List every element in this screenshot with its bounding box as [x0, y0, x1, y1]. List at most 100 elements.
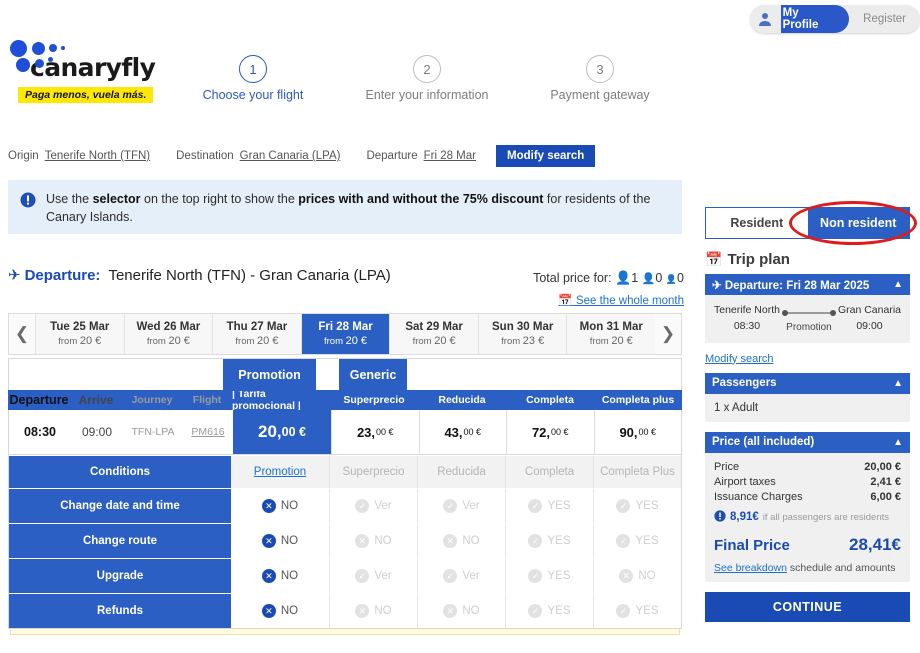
price-panel-body: Price 20,00 € Airport taxes 2,41 € Issua… [705, 453, 910, 582]
departure-panel-header[interactable]: ✈ Departure: Fri 28 Mar 2025 ▲ [705, 274, 910, 295]
banner-bold-selector: selector [93, 192, 141, 206]
price-label: Issuance Charges [714, 491, 803, 503]
continue-button[interactable]: CONTINUE [705, 592, 910, 622]
cross-icon: ✕ [355, 534, 369, 548]
date-price: from 20 € [58, 335, 101, 347]
chevron-up-icon[interactable]: ▲ [893, 378, 903, 389]
header-completa-plus: Completa plus [594, 390, 682, 410]
date-cell-fri-28[interactable]: Fri 28 Mar from 20 € [301, 314, 390, 354]
price-row-issuance: Issuance Charges 6,00 € [714, 491, 901, 503]
final-price-label: Final Price [714, 537, 790, 554]
conditions-table: Conditions Promotion Superprecio Reducid… [8, 455, 682, 629]
chevron-left-icon[interactable]: ❮ [9, 314, 35, 354]
price-label: Airport taxes [714, 476, 776, 488]
user-icon [750, 5, 781, 33]
departure-header: ✈ Departure: Tenerife North (TFN) - Gran… [8, 266, 391, 284]
date-price: from 23 € [501, 335, 544, 347]
cell-completa: ✓YES [505, 594, 593, 628]
conditions-col-promotion[interactable]: Promotion [231, 456, 329, 488]
final-price-row: Final Price 28,41€ [714, 535, 901, 555]
passengers-panel: Passengers ▲ 1 x Adult [705, 373, 910, 422]
step-enter-information[interactable]: 2 Enter your information [337, 55, 517, 102]
fare-price-promotion[interactable]: 20,00 € [233, 410, 331, 454]
step-2-number: 2 [413, 55, 441, 83]
non-resident-option[interactable]: Non resident [808, 208, 910, 238]
check-icon: ✓ [616, 534, 630, 548]
step-1-number: 1 [239, 55, 267, 83]
fare-price-reducida[interactable]: 43,00 € [419, 410, 507, 454]
conditions-row-refunds: Refunds ✕NO ✕NO ✕NO ✓YES ✓YES [9, 593, 681, 628]
resident-discount-note: 8,91€ if all passengers are residents [714, 510, 901, 525]
date-cell-sat-29[interactable]: Sat 29 Mar from 20 € [389, 314, 478, 354]
date-cell-sun-30[interactable]: Sun 30 Mar from 23 € [478, 314, 567, 354]
check-icon: ✓ [528, 604, 542, 618]
cell-completa: ✓YES [505, 489, 593, 523]
dest-time: 09:00 [838, 319, 901, 335]
see-breakdown-link[interactable]: See breakdown [714, 562, 787, 574]
step-choose-flight[interactable]: 1 Choose your flight [163, 55, 343, 102]
conditions-col-reducida: Reducida [417, 456, 505, 488]
site-logo[interactable]: canaryfly Paga menos, vuela más. [8, 38, 168, 103]
register-button[interactable]: Register [849, 5, 920, 33]
cell-reducida: ✕NO [417, 594, 505, 628]
my-profile-button[interactable]: My Profile [773, 5, 850, 33]
cell-superprecio: ✕NO [329, 594, 417, 628]
fare-euros: 23, [357, 425, 375, 440]
flight-number-link[interactable]: PM616 [183, 410, 233, 454]
tab-generic[interactable]: Generic [339, 359, 407, 391]
fare-euros: 20, [258, 422, 282, 442]
departure-route: Tenerife North (TFN) - Gran Canaria (LPA… [108, 267, 390, 284]
conditions-col-superprecio: Superprecio [329, 456, 417, 488]
step-payment-gateway[interactable]: 3 Payment gateway [510, 55, 690, 102]
trip-plan-label: Trip plan [727, 251, 790, 268]
modify-search-button[interactable]: Modify search [496, 145, 595, 167]
passenger-line: 1 x Adult [714, 402, 901, 414]
resident-toggle: Resident Non resident [705, 207, 910, 239]
cross-icon: ✕ [262, 534, 276, 548]
fare-price-superprecio[interactable]: 23,00 € [331, 410, 419, 454]
row-label: Refunds [9, 594, 231, 628]
chevron-right-icon[interactable]: ❯ [655, 314, 681, 354]
plane-icon: ✈ [8, 266, 21, 284]
origin-label: Origin [8, 150, 39, 162]
trip-plan-title: 📅 Trip plan [705, 251, 913, 268]
cross-icon: ✕ [619, 569, 633, 583]
see-whole-month-link[interactable]: 📅 See the whole month [558, 293, 684, 307]
route-origin: Tenerife North 08:30 [714, 303, 780, 335]
passengers-panel-body: 1 x Adult [705, 394, 910, 422]
calendar-icon: 📅 [558, 295, 572, 307]
fare-price-completa[interactable]: 72,00 € [506, 410, 594, 454]
passengers-panel-header[interactable]: Passengers ▲ [705, 373, 910, 394]
cell-promotion: ✕NO [231, 594, 329, 628]
conditions-row-upgrade: Upgrade ✕NO ✓Ver ✓Ver ✓YES ✕NO [9, 558, 681, 593]
date-cell-mon-31[interactable]: Mon 31 Mar from 20 € [566, 314, 655, 354]
destination-value[interactable]: Gran Canaria (LPA) [240, 150, 341, 162]
route-destination: Gran Canaria 09:00 [838, 303, 901, 335]
date-label: Thu 27 Mar [227, 321, 288, 333]
departure-panel-body: Tenerife North 08:30 Promotion Gran Cana… [705, 295, 910, 343]
departure-value[interactable]: Fri 28 Mar [424, 150, 476, 162]
date-cell-thu-27[interactable]: Thu 27 Mar from 20 € [212, 314, 301, 354]
date-cell-wed-26[interactable]: Wed 26 Mar from 20 € [124, 314, 213, 354]
logo-dots-icon [8, 38, 168, 62]
price-panel-header[interactable]: Price (all included) ▲ [705, 432, 910, 453]
date-cell-tue-25[interactable]: Tue 25 Mar from 20 € [35, 314, 124, 354]
step-2-label: Enter your information [337, 88, 517, 102]
resident-note-amount: 8,91€ [730, 511, 759, 523]
route-line-icon [784, 312, 834, 314]
fare-cents: 00 € [464, 427, 482, 437]
chevron-up-icon[interactable]: ▲ [893, 437, 903, 448]
tab-promotion[interactable]: Promotion [223, 359, 316, 391]
fare-cents: 00 € [551, 427, 569, 437]
date-price: from 20 € [590, 335, 633, 347]
fare-price-completa-plus[interactable]: 90,00 € [594, 410, 682, 454]
resident-option[interactable]: Resident [706, 208, 808, 238]
origin-value[interactable]: Tenerife North (TFN) [45, 150, 150, 162]
price-amount: 6,00 € [870, 491, 901, 503]
infant-icon: 👤 [666, 274, 677, 284]
modify-search-link[interactable]: Modify search [705, 353, 913, 365]
chevron-up-icon[interactable]: ▲ [893, 279, 903, 290]
date-price: from 20 € [413, 335, 456, 347]
flight-journey: TFN-LPA [123, 410, 183, 454]
departure-title: Departure: [25, 267, 101, 284]
